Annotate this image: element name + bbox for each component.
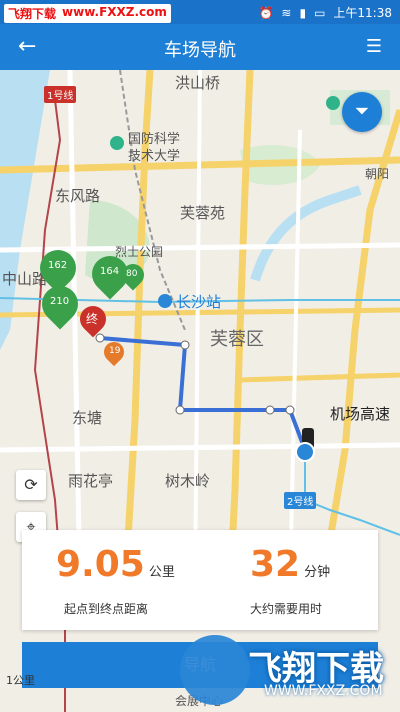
time-unit: 分钟: [304, 565, 331, 580]
status-bar: 飞翔下载 www.FXXZ.com ⏰ ≋ ▮ ▭ 上午11:38: [0, 0, 400, 24]
map-label: 芙蓉区: [210, 329, 264, 350]
line-badge: 1号线: [44, 86, 77, 103]
map-label: 树木岭: [165, 472, 211, 490]
map-label: 长沙站: [176, 293, 222, 311]
marker-label: 164: [100, 266, 120, 277]
page-title: 车场导航: [164, 40, 236, 61]
app-bar: ← 车场导航 ☰: [0, 24, 400, 70]
distance-unit: 公里: [148, 565, 175, 580]
watermark-bottom-url: WWW.FXXZ.COM: [264, 683, 383, 699]
map-label: 机场高速: [330, 405, 391, 423]
map-label: 东风路: [55, 187, 101, 205]
station-icon: [158, 294, 172, 308]
battery-icon: ▭: [314, 5, 326, 20]
refresh-icon[interactable]: ⟳: [16, 470, 46, 500]
map-label: 洪山桥: [175, 74, 221, 92]
signal-icon: ▮: [299, 5, 307, 20]
time-block: 32 分钟: [250, 544, 330, 585]
time-value: 32: [250, 544, 301, 585]
time-label: 大约需要用时: [250, 602, 323, 616]
current-location-icon: [295, 442, 315, 462]
marker-label: 80: [126, 269, 138, 279]
map-label: 雨花亭: [68, 472, 114, 490]
filter-icon[interactable]: ⏷: [342, 92, 382, 132]
marker-label: 162: [48, 260, 68, 271]
line-badge: 2号线: [284, 492, 317, 509]
route-info-card: 9.05 公里 起点到终点距离 32 分钟 大约需要用时: [22, 530, 378, 630]
status-time: 上午11:38: [333, 6, 392, 20]
poi-icon: [326, 96, 340, 110]
map-label: 技术大学: [128, 149, 181, 164]
watermark-bottom: 飞翔下载 WWW.FXXZ.COM: [180, 635, 400, 711]
alarm-icon: ⏰: [258, 5, 274, 20]
wifi-icon: ≋: [281, 5, 292, 20]
marker-label: 19: [109, 346, 121, 356]
watermark-top-cn: 飞翔下载: [8, 7, 57, 21]
map-label: 朝阳: [365, 167, 390, 181]
distance-block: 9.05 公里: [56, 544, 175, 585]
map-label: 东塘: [72, 409, 103, 427]
marker-label: 终: [86, 312, 99, 326]
watermark-top-url: www.FXXZ.com: [62, 5, 167, 19]
watermark-top: 飞翔下载 www.FXXZ.com: [4, 4, 171, 23]
distance-label: 起点到终点距离: [64, 602, 149, 616]
map-label: 芙蓉苑: [180, 204, 226, 222]
marker-label: 210: [50, 296, 70, 307]
status-icons: ⏰ ≋ ▮ ▭ 上午11:38: [258, 4, 392, 21]
distance-value: 9.05: [56, 544, 145, 585]
poi-icon: [110, 136, 124, 150]
watermark-logo: [180, 635, 250, 705]
map-label: 烈士公园: [115, 245, 164, 259]
map-scale: 1公里: [6, 674, 35, 687]
list-menu-icon[interactable]: ☰: [366, 36, 382, 57]
